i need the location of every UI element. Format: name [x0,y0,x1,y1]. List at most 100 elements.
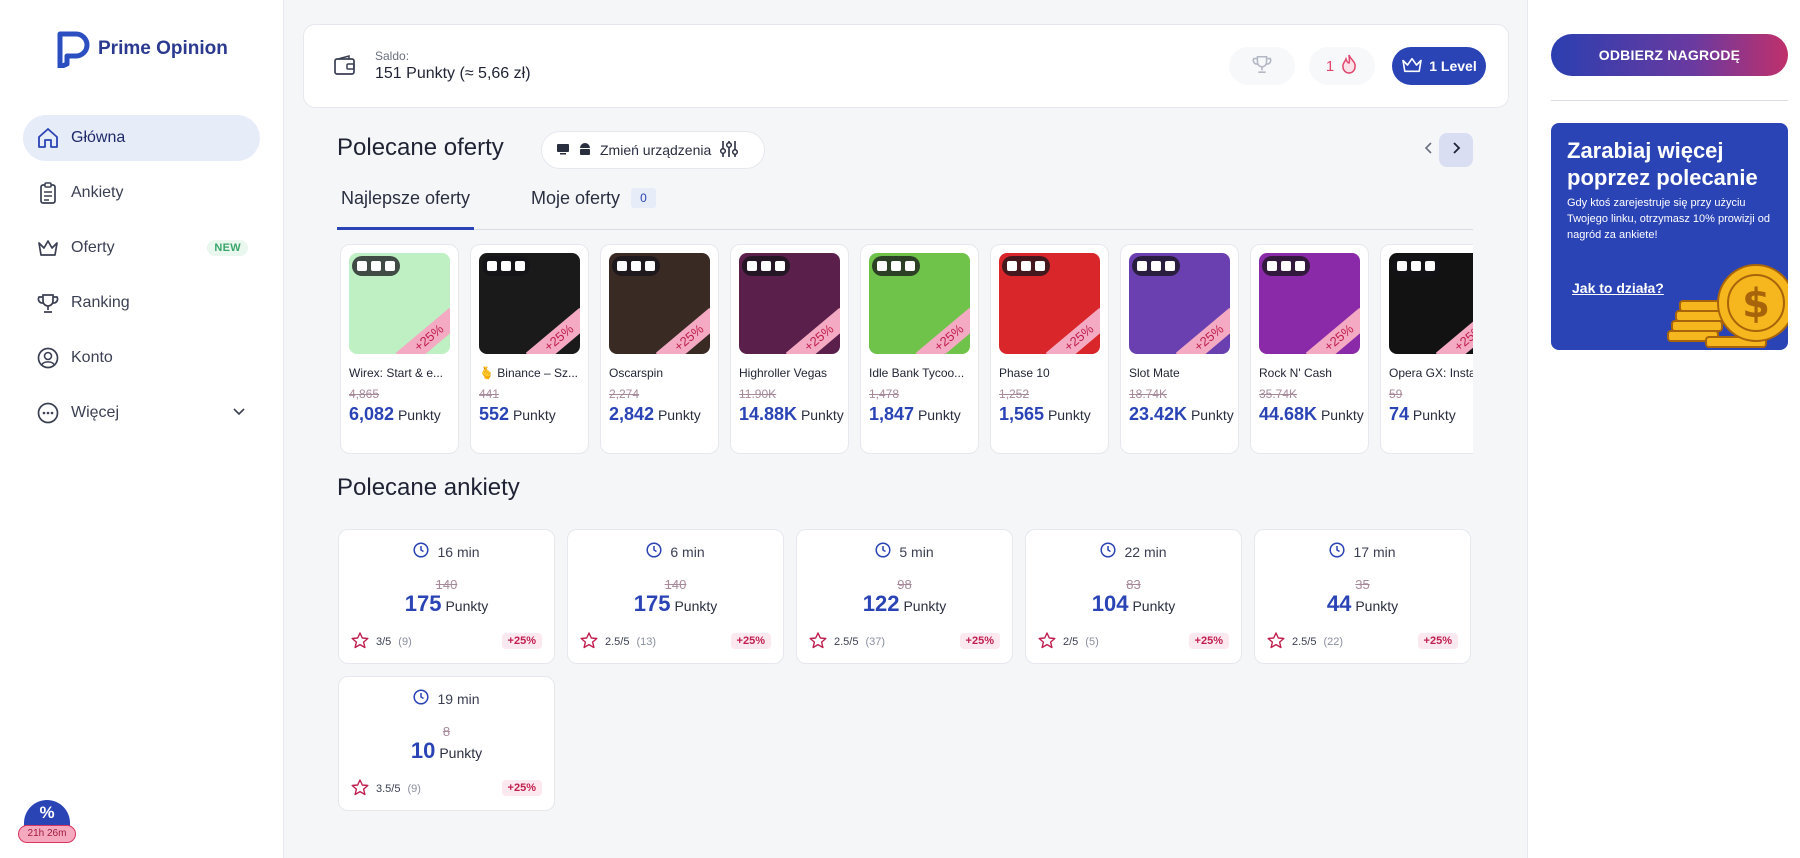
offer-points-value: 2,842 [609,404,655,424]
level-button[interactable]: 1 Level [1392,47,1486,85]
referral-card[interactable]: Zarabiaj więcej poprzez polecanie Gdy kt… [1551,123,1788,350]
survey-card[interactable]: 19 min 8 10 Punkty 3.5/5 (9) +25% [338,676,555,811]
platform-icon [1151,261,1161,271]
survey-card[interactable]: 22 min 83 104 Punkty 2/5 (5) +25% [1025,529,1242,664]
rating-value: 2/5 [1063,636,1079,648]
platform-icons [1392,256,1440,276]
platform-icon [1397,261,1407,271]
survey-card[interactable]: 17 min 35 44 Punkty 2.5/5 (22) +25% [1254,529,1471,664]
change-device-button[interactable]: Zmień urządzenia [541,131,765,169]
offer-points: 74 Punkty [1389,404,1473,425]
survey-rating: 3/5 (9) [351,632,412,652]
survey-points: 44 Punkty [1255,591,1470,617]
offer-thumbnail: +25% [869,253,970,354]
survey-old-points: 140 [664,577,687,592]
survey-points-unit: Punkty [1132,598,1176,614]
trophy-button[interactable] [1229,47,1295,85]
survey-time: 5 min [899,543,934,560]
main-content: Saldo: 151 Punkty (≈ 5,66 zł) 1 1 Level … [285,0,1527,858]
clock-icon [646,542,662,561]
offer-card[interactable]: +25% Oscarspin 2,274 2,842 Punkty [600,244,719,454]
survey-time: 6 min [670,543,705,560]
sidebar-item-label: Więcej [71,404,120,421]
offer-name: Slot Mate [1129,366,1180,380]
offer-card[interactable]: +25% Highroller Vegas 11.90K 14.88K Punkty [730,244,849,454]
sidebar-item-label: Oferty [71,239,115,256]
clipboard-icon [35,180,61,206]
platform-icons [612,256,660,276]
bonus-badge: +25% [730,633,771,649]
level-label: 1 Level [1429,58,1477,74]
sidebar-item-ankiety[interactable]: Ankiety [23,170,260,216]
survey-card[interactable]: 16 min 140 175 Punkty 3/5 (9) +25% [338,529,555,664]
new-badge: NEW [207,240,248,256]
offer-points-unit: Punkty [512,407,556,423]
offer-card[interactable]: +25% Opera GX: Insta... 59 74 Punkty [1380,244,1473,454]
survey-points-value: 122 [862,591,900,616]
bonus-ribbon: +25% [395,307,450,354]
rating-count: (5) [1085,636,1099,648]
survey-card[interactable]: 5 min 98 122 Punkty 2.5/5 (37) +25% [796,529,1013,664]
user-circle-icon [35,345,61,371]
survey-duration: 19 min [339,689,554,708]
survey-time: 22 min [1124,543,1167,560]
tab-najlepsze-oferty[interactable]: Najlepsze oferty [337,188,475,230]
referral-title: Zarabiaj więcej poprzez polecanie [1567,138,1758,190]
star-icon [580,632,598,652]
sidebar-item-konto[interactable]: Konto [23,335,260,381]
offer-points: 1,565 Punkty [999,404,1109,425]
platform-icon [617,261,627,271]
sidebar-item-label: Ankiety [71,184,124,201]
offer-card[interactable]: +25% Idle Bank Tycoo... 1,478 1,847 Punkty [860,244,979,454]
platform-icon [371,261,381,271]
bonus-badge: +25% [1188,633,1229,649]
claim-reward-button[interactable]: ODBIERZ NAGRODĘ [1551,34,1788,76]
clock-icon [413,689,430,708]
rating-count: (13) [636,636,657,648]
offer-old-points: 18.74K [1129,387,1168,401]
balance-value: 151 Punkty (≈ 5,66 zł) [375,65,531,82]
promo-timer-button[interactable]: % 21h 26m [18,800,76,846]
balance-label: Saldo: [375,49,410,63]
streak-button[interactable]: 1 [1309,47,1375,85]
survey-points-value: 10 [410,738,436,763]
sidebar-nav: Główna Ankiety Oferty NEW Ranking Konto … [23,115,260,445]
clock-icon [1100,542,1117,561]
streak-count: 1 [1325,57,1335,75]
offer-points: 6,082 Punkty [349,404,459,425]
sidebar-item-oferty[interactable]: Oferty NEW [23,225,260,271]
offer-card[interactable]: +25% 🫰 Binance – Sz... 441 552 Punkty [470,244,589,454]
offer-thumbnail: +25% [739,253,840,354]
platform-icon [487,261,497,271]
offer-card[interactable]: +25% Phase 10 1,252 1,565 Punkty [990,244,1109,454]
tab-moje-oferty[interactable]: Moje oferty 0 [531,188,656,230]
chevron-down-icon [232,404,246,423]
chevron-left-icon [1423,141,1435,160]
offer-points: 44.68K Punkty [1259,404,1369,425]
sidebar-item-label: Ranking [71,294,130,311]
offer-points-unit: Punkty [800,407,844,423]
survey-duration: 6 min [568,542,783,561]
survey-card[interactable]: 6 min 140 175 Punkty 2.5/5 (13) +25% [567,529,784,664]
survey-duration: 17 min [1255,542,1470,561]
platform-icon [775,261,785,271]
survey-time: 19 min [437,690,480,707]
offer-card[interactable]: +25% Slot Mate 18.74K 23.42K Punkty [1120,244,1239,454]
offers-next-button[interactable] [1439,133,1473,167]
sidebar-item-wiecej[interactable]: Więcej [23,390,260,436]
sidebar-item-ranking[interactable]: Ranking [23,280,260,326]
trophy-icon [35,290,61,316]
survey-points-unit: Punkty [439,745,483,761]
offer-old-points: 2,274 [609,387,640,401]
offer-points-unit: Punkty [1412,407,1456,423]
sidebar-item-glowna[interactable]: Główna [23,115,260,161]
offer-card[interactable]: +25% Rock N' Cash 35.74K 44.68K Punkty [1250,244,1369,454]
survey-rating: 2/5 (5) [1038,632,1099,652]
survey-points-unit: Punkty [674,598,718,614]
offer-name: Opera GX: Insta... [1389,366,1473,380]
offers-tabs: Najlepsze oferty Moje oferty 0 [337,182,1473,230]
brand-logo[interactable]: Prime Opinion [56,30,228,68]
referral-how-it-works-link[interactable]: Jak to działa? [1572,280,1664,296]
offer-card[interactable]: +25% Wirex: Start & e... 4,865 6,082 Punkty [340,244,459,454]
platform-icon [877,261,887,271]
